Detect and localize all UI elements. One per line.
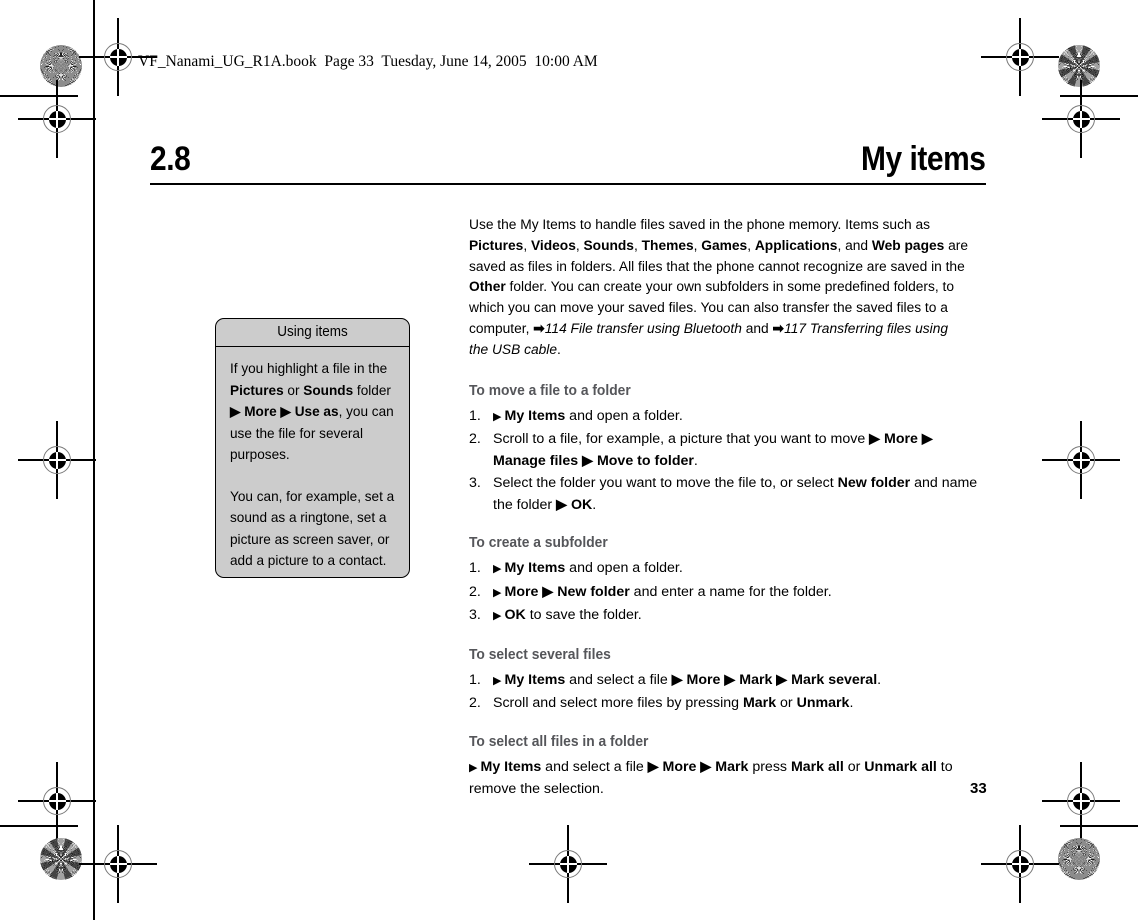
menu-item-new-folder: New folder (837, 475, 911, 492)
registration-crosshair-bottom-left (79, 825, 157, 903)
menu-item-mark: Mark (742, 695, 777, 712)
section-heading: To create a subfolder (469, 535, 608, 552)
menu-arrow-icon: ▶ (469, 761, 481, 774)
section-heading: To move a file to a folder (469, 382, 631, 399)
menu-arrow-icon: ▶ (493, 610, 505, 623)
list-item: ▶ My Items and select a file ▶ More ▶ Ma… (469, 670, 882, 691)
list-item: ▶ My Items and open a folder. (469, 558, 683, 579)
crosshair-dot (109, 855, 127, 873)
section-paragraph: ▶ My Items and select a file ▶ More ▶ Ma… (469, 758, 953, 798)
registration-crosshair-left-middle (18, 421, 96, 499)
crosshair-dot (1072, 792, 1090, 810)
section-move-file: To move a file to a folder ▶ My Items an… (469, 383, 985, 517)
step-list: ▶ My Items and select a file ▶ More ▶ Ma… (469, 670, 985, 715)
registration-starburst-bottom-right (1058, 838, 1100, 880)
crosshair-dot (48, 110, 66, 128)
list-item: Scroll to a file, for example, a picture… (469, 429, 933, 469)
registration-crosshair-right-upper (1042, 80, 1120, 158)
crop-line-bottom-left (0, 825, 78, 827)
registration-crosshair-left-upper (18, 80, 96, 158)
note-paragraph-1: If you highlight a file in the Pictures … (230, 361, 394, 462)
list-item: Scroll and select more files by pressing… (469, 693, 854, 714)
crop-line-bottom-right (1060, 825, 1138, 827)
menu-arrow-icon: ▶ (493, 674, 505, 687)
menu-item-my-items: My Items (480, 758, 542, 775)
list-item: ▶ OK to save the folder. (469, 605, 642, 626)
menu-item-mark-all: Mark all (790, 758, 844, 775)
page-number: 33 (970, 780, 987, 797)
list-item: ▶ More ▶ New folder and enter a name for… (469, 582, 832, 603)
note-box-title: Using items (277, 324, 348, 340)
section-heading: To select all files in a folder (469, 733, 649, 750)
registration-crosshair-bottom-right (981, 825, 1059, 903)
crosshair-dot (1072, 451, 1090, 469)
menu-arrow-icon: ▶ (493, 586, 505, 599)
intro-paragraph: Use the My Items to handle files saved i… (469, 217, 969, 358)
menu-path-mark-several: ▶ More ▶ Mark ▶ Mark several (671, 671, 878, 688)
section-select-several-files: To select several files ▶ My Items and s… (469, 647, 985, 715)
registration-crosshair-bottom-center (529, 825, 607, 903)
menu-path-mark: ▶ More ▶ Mark (647, 758, 749, 775)
menu-path-use-as: ▶ More ▶ Use as (230, 404, 339, 419)
chapter-header: 2.8 My items (150, 140, 985, 179)
title-underline-rule (150, 183, 986, 186)
note-box-using-items: Using items If you highlight a file in t… (215, 318, 410, 578)
note-box-divider (215, 346, 410, 348)
crosshair-dot (48, 792, 66, 810)
registration-starburst-bottom-left (40, 838, 82, 880)
menu-arrow-icon: ▶ (493, 563, 505, 576)
menu-item-my-items: My Items (504, 407, 566, 424)
menu-item-ok: ▶ OK (556, 496, 593, 513)
note-box-body: If you highlight a file in the Pictures … (216, 344, 409, 572)
file-header-stamp: VF_Nanami_UG_R1A.book Page 33 Tuesday, J… (138, 53, 598, 70)
note-paragraph-2: You can, for example, set a sound as a r… (230, 488, 395, 569)
menu-item-ok: OK (504, 607, 526, 624)
step-list: ▶ My Items and open a folder. ▶ More ▶ N… (469, 558, 985, 628)
menu-item-my-items: My Items (504, 671, 566, 688)
menu-arrow-icon: ▶ (493, 410, 505, 423)
chapter-number: 2.8 (150, 140, 191, 178)
crosshair-dot (1011, 48, 1029, 66)
section-create-subfolder: To create a subfolder ▶ My Items and ope… (469, 535, 985, 628)
crop-line-top-right (1060, 95, 1138, 97)
menu-item-my-items: My Items (504, 560, 566, 577)
list-item: ▶ My Items and open a folder. (469, 406, 683, 427)
crosshair-dot (109, 48, 127, 66)
cross-reference-arrow-icon: ➡ (772, 320, 785, 337)
crosshair-dot (559, 855, 577, 873)
list-item: Select the folder you want to move the f… (469, 473, 978, 513)
crosshair-dot (1072, 110, 1090, 128)
page-trim-line (93, 0, 95, 920)
crosshair-dot (48, 451, 66, 469)
main-text-column: Use the My Items to handle files saved i… (469, 215, 985, 801)
step-list: ▶ My Items and open a folder. Scroll to … (469, 406, 985, 517)
crosshair-dot (1011, 855, 1029, 873)
menu-item-unmark: Unmark (796, 695, 850, 712)
crop-line-top-left (0, 95, 78, 97)
section-heading: To select several files (469, 646, 611, 663)
menu-path-new-folder: More ▶ New folder (504, 583, 630, 600)
menu-item-unmark-all: Unmark all (864, 758, 937, 775)
registration-crosshair-right-middle (1042, 421, 1120, 499)
cross-reference-114[interactable]: 114 File transfer using Bluetooth (545, 321, 742, 337)
section-select-all-files: To select all files in a folder ▶ My Ite… (469, 734, 985, 801)
cross-reference-arrow-icon: ➡ (533, 320, 545, 337)
page-title: My items (860, 140, 985, 178)
